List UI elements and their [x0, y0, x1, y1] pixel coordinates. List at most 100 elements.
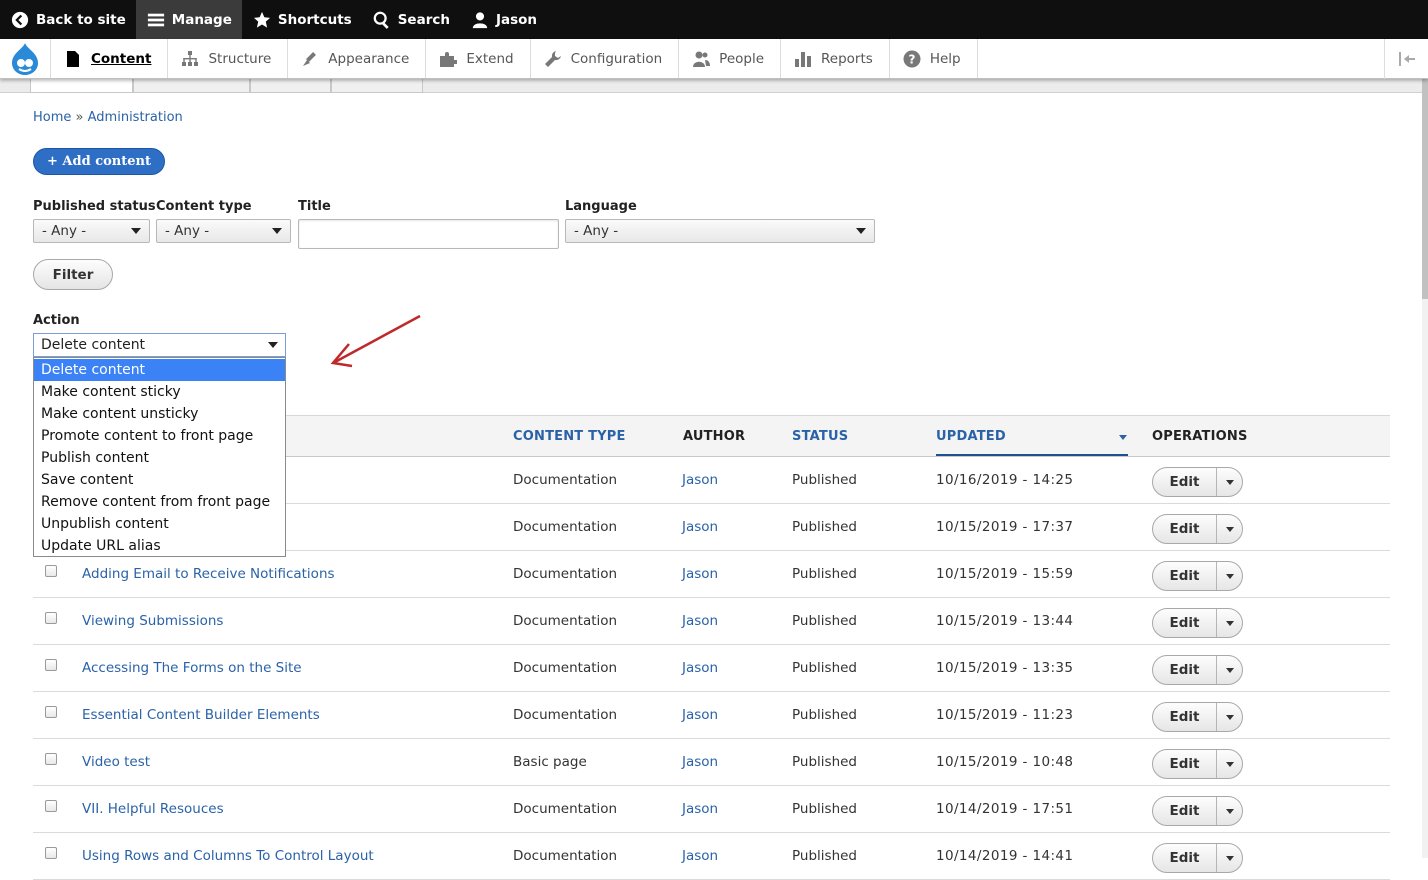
- published-status-select[interactable]: - Any -: [33, 219, 150, 243]
- action-selected-value: Delete content: [41, 337, 146, 353]
- chevron-down-icon: [1225, 526, 1234, 532]
- manage-tab[interactable]: Manage: [135, 0, 242, 39]
- tray-structure-label: Structure: [208, 50, 272, 67]
- tray-configuration[interactable]: Configuration: [531, 39, 680, 78]
- operations-toggle-button[interactable]: [1217, 750, 1242, 778]
- edit-button[interactable]: Edit: [1153, 562, 1217, 590]
- header-updated[interactable]: UPDATED: [936, 429, 1006, 444]
- row-title-link[interactable]: VII. Helpful Resouces: [82, 801, 224, 817]
- row-title-link[interactable]: Essential Content Builder Elements: [82, 707, 320, 723]
- row-checkbox[interactable]: [45, 753, 57, 765]
- user-tab[interactable]: Jason: [460, 0, 547, 39]
- row-title-link[interactable]: Viewing Submissions: [82, 613, 223, 629]
- tray-help[interactable]: ? Help: [890, 39, 978, 78]
- row-title-link[interactable]: Accessing The Forms on the Site: [82, 660, 302, 676]
- title-input[interactable]: [298, 219, 559, 249]
- back-to-site-link[interactable]: Back to site: [0, 0, 136, 39]
- row-checkbox[interactable]: [45, 706, 57, 718]
- operations-toggle-button[interactable]: [1217, 468, 1242, 496]
- breadcrumb: Home » Administration: [33, 110, 183, 125]
- star-icon: [252, 10, 272, 30]
- secondary-tab-content[interactable]: [30, 79, 133, 93]
- search-tab[interactable]: Search: [362, 0, 460, 39]
- row-operations: Edit: [1152, 702, 1243, 732]
- tray-structure[interactable]: Structure: [168, 39, 289, 78]
- tray-reports[interactable]: Reports: [781, 39, 890, 78]
- collapse-tray-button[interactable]: [1384, 39, 1428, 79]
- shortcuts-tab[interactable]: Shortcuts: [242, 0, 362, 39]
- language-select[interactable]: - Any -: [565, 219, 875, 243]
- add-content-button[interactable]: + Add content: [33, 148, 165, 175]
- edit-button[interactable]: Edit: [1153, 797, 1217, 825]
- scrollbar-thumb[interactable]: [1422, 79, 1428, 299]
- row-author-link[interactable]: Jason: [682, 801, 718, 817]
- title-label: Title: [298, 199, 331, 214]
- action-select[interactable]: Delete content: [33, 333, 286, 357]
- row-author-link[interactable]: Jason: [682, 519, 718, 535]
- row-author-link[interactable]: Jason: [682, 660, 718, 676]
- row-checkbox[interactable]: [45, 659, 57, 671]
- row-author-link[interactable]: Jason: [682, 472, 718, 488]
- action-option-delete[interactable]: Delete content: [34, 359, 285, 381]
- tray-content-label: Content: [91, 50, 152, 67]
- edit-button[interactable]: Edit: [1153, 844, 1217, 872]
- tray-extend[interactable]: Extend: [426, 39, 531, 78]
- secondary-tab-media[interactable]: [331, 79, 423, 93]
- operations-toggle-button[interactable]: [1217, 656, 1242, 684]
- edit-button[interactable]: Edit: [1153, 515, 1217, 543]
- action-option-promote[interactable]: Promote content to front page: [34, 425, 285, 447]
- breadcrumb-administration[interactable]: Administration: [88, 110, 183, 125]
- operations-toggle-button[interactable]: [1217, 609, 1242, 637]
- row-author-link[interactable]: Jason: [682, 754, 718, 770]
- tray-appearance[interactable]: Appearance: [288, 39, 427, 78]
- page-scrollbar[interactable]: [1422, 79, 1428, 858]
- row-checkbox[interactable]: [45, 800, 57, 812]
- edit-button[interactable]: Edit: [1153, 703, 1217, 731]
- edit-button[interactable]: Edit: [1153, 656, 1217, 684]
- row-operations: Edit: [1152, 608, 1243, 638]
- row-author-link[interactable]: Jason: [682, 848, 718, 864]
- header-content-type[interactable]: CONTENT TYPE: [513, 429, 626, 444]
- search-label: Search: [397, 11, 450, 28]
- row-title-link[interactable]: Using Rows and Columns To Control Layout: [82, 848, 374, 864]
- action-option-save[interactable]: Save content: [34, 469, 285, 491]
- action-option-unsticky[interactable]: Make content unsticky: [34, 403, 285, 425]
- operations-toggle-button[interactable]: [1217, 703, 1242, 731]
- row-title-link[interactable]: Adding Email to Receive Notifications: [82, 566, 335, 582]
- operations-toggle-button[interactable]: [1217, 797, 1242, 825]
- edit-button[interactable]: Edit: [1153, 609, 1217, 637]
- action-option-publish[interactable]: Publish content: [34, 447, 285, 469]
- row-author-link[interactable]: Jason: [682, 707, 718, 723]
- user-label: Jason: [495, 11, 538, 28]
- action-option-url-alias[interactable]: Update URL alias: [34, 535, 285, 557]
- row-operations: Edit: [1152, 843, 1243, 873]
- row-author-link[interactable]: Jason: [682, 566, 718, 582]
- drupal-logo-icon[interactable]: [0, 39, 50, 78]
- action-option-sticky[interactable]: Make content sticky: [34, 381, 285, 403]
- tray-content[interactable]: Content: [50, 39, 169, 78]
- row-title-link[interactable]: Video test: [82, 754, 150, 770]
- action-option-unpublish[interactable]: Unpublish content: [34, 513, 285, 535]
- operations-toggle-button[interactable]: [1217, 562, 1242, 590]
- row-author-link[interactable]: Jason: [682, 613, 718, 629]
- secondary-tab-comments[interactable]: [133, 79, 250, 93]
- edit-button[interactable]: Edit: [1153, 750, 1217, 778]
- secondary-tab-files[interactable]: [250, 79, 331, 93]
- header-status[interactable]: STATUS: [792, 429, 848, 444]
- action-option-remove-front[interactable]: Remove content from front page: [34, 491, 285, 513]
- sort-indicator: [936, 454, 1128, 456]
- chevron-down-icon: [272, 228, 282, 234]
- breadcrumb-home[interactable]: Home: [33, 110, 71, 125]
- operations-toggle-button[interactable]: [1217, 844, 1242, 872]
- row-checkbox[interactable]: [45, 847, 57, 859]
- operations-toggle-button[interactable]: [1217, 515, 1242, 543]
- tray-people-label: People: [719, 50, 765, 67]
- row-operations: Edit: [1152, 655, 1243, 685]
- row-operations: Edit: [1152, 749, 1243, 779]
- tray-people[interactable]: People: [679, 39, 782, 78]
- content-type-select[interactable]: - Any -: [156, 219, 291, 243]
- edit-button[interactable]: Edit: [1153, 468, 1217, 496]
- row-checkbox[interactable]: [45, 612, 57, 624]
- row-checkbox[interactable]: [45, 565, 57, 577]
- filter-button[interactable]: Filter: [33, 259, 113, 290]
